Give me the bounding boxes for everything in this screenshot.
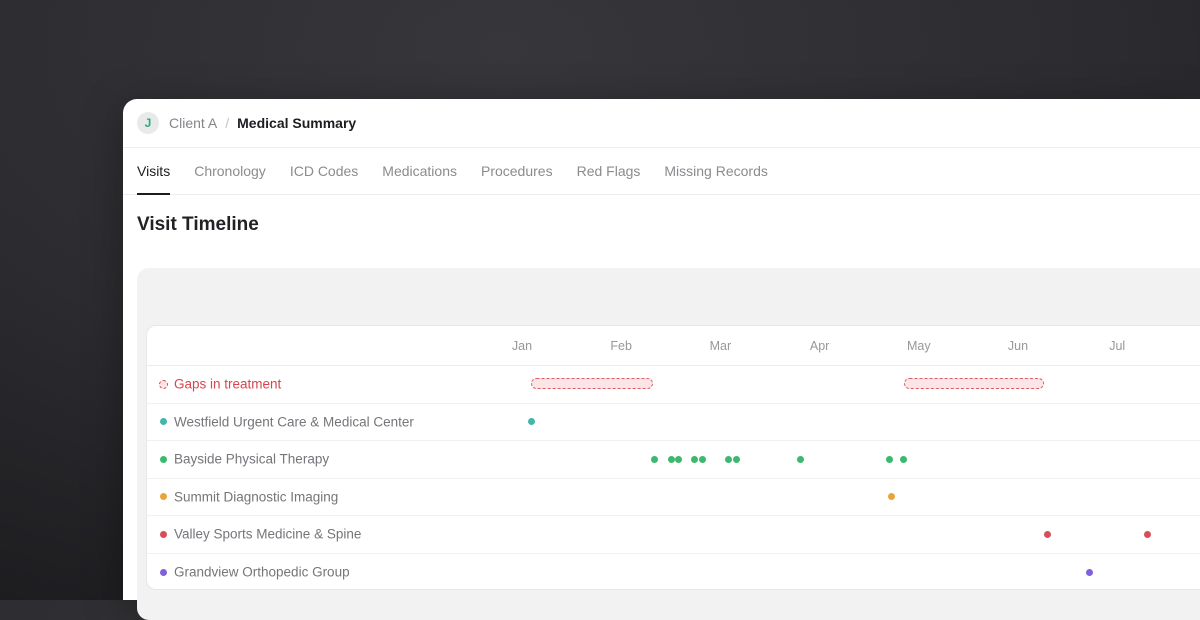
visit-dot[interactable] xyxy=(691,455,699,463)
month-label: Jul xyxy=(1109,338,1126,353)
visit-dot[interactable] xyxy=(651,455,659,463)
visit-dot[interactable] xyxy=(668,455,676,463)
breadcrumb-client[interactable]: Client A xyxy=(169,115,217,131)
visit-dot[interactable] xyxy=(885,455,893,463)
timeline-panel: Jan Feb Mar Apr May Jun Jul Gaps in treatment W… xyxy=(146,325,1200,590)
tab-red-flags[interactable]: Red Flags xyxy=(577,148,641,195)
tab-procedures[interactable]: Procedures xyxy=(481,148,553,195)
timeline-row: Grandview Orthopedic Group xyxy=(147,554,1200,590)
tab-icd-codes[interactable]: ICD Codes xyxy=(290,148,358,195)
provider-legend-dot xyxy=(160,530,167,538)
visit-dot[interactable] xyxy=(797,455,805,463)
timeline-row: Westfield Urgent Care & Medical Center xyxy=(147,404,1200,441)
month-header: Jan Feb Mar Apr May Jun Jul xyxy=(147,326,1200,366)
provider-legend-dot xyxy=(160,418,167,426)
breadcrumb-page: Medical Summary xyxy=(237,115,357,131)
provider-name: Valley Sports Medicine & Spine xyxy=(174,526,362,542)
timeline-row: Bayside Physical Therapy xyxy=(147,441,1200,479)
gap-range[interactable] xyxy=(530,377,653,389)
month-label: Apr xyxy=(809,338,830,353)
breadcrumb-separator: / xyxy=(225,115,230,131)
tab-bar: Visits Chronology ICD Codes Medications Proc… xyxy=(123,148,1200,195)
month-label: Feb xyxy=(610,338,632,353)
visit-dot[interactable] xyxy=(675,455,683,463)
visit-dot[interactable] xyxy=(1085,568,1093,576)
visit-dot[interactable] xyxy=(887,493,895,501)
breadcrumb: Client A / Medical Summary xyxy=(169,115,356,131)
card-header: J Client A / Medical Summary xyxy=(123,99,1200,148)
month-label: Mar xyxy=(709,338,732,353)
tab-missing-records[interactable]: Missing Records xyxy=(664,148,767,195)
user-avatar[interactable]: J xyxy=(137,112,159,134)
month-label: May xyxy=(906,338,931,353)
provider-legend-dot xyxy=(160,493,167,501)
visit-dot[interactable] xyxy=(1044,530,1052,538)
page-title: Visit Timeline xyxy=(137,214,259,235)
gap-range[interactable] xyxy=(903,377,1044,389)
gaps-row-label: Gaps in treatment xyxy=(174,376,282,392)
timeline-container: Jan Feb Mar Apr May Jun Jul Gaps in treatment W… xyxy=(137,268,1200,620)
gaps-legend-icon xyxy=(159,379,168,389)
visit-dot[interactable] xyxy=(900,455,908,463)
timeline-row-gaps: Gaps in treatment xyxy=(147,366,1200,404)
provider-legend-dot xyxy=(160,568,167,576)
visit-dot[interactable] xyxy=(724,455,732,463)
provider-name: Summit Diagnostic Imaging xyxy=(174,489,339,505)
timeline-row: Valley Sports Medicine & Spine xyxy=(147,516,1200,554)
month-label: Jan xyxy=(511,338,533,353)
tab-chronology[interactable]: Chronology xyxy=(194,148,266,195)
visit-dot[interactable] xyxy=(528,418,536,426)
tab-medications[interactable]: Medications xyxy=(382,148,457,195)
tab-visits[interactable]: Visits xyxy=(137,148,171,195)
month-label: Jun xyxy=(1007,338,1029,353)
provider-name: Grandview Orthopedic Group xyxy=(174,564,350,580)
provider-name: Bayside Physical Therapy xyxy=(174,451,330,467)
medical-summary-card: J Client A / Medical Summary Visits Chron… xyxy=(123,99,1200,620)
provider-legend-dot xyxy=(160,455,167,463)
visit-dot[interactable] xyxy=(1144,530,1152,538)
visit-dot[interactable] xyxy=(732,455,740,463)
provider-name: Westfield Urgent Care & Medical Center xyxy=(174,414,414,430)
timeline-rows: Gaps in treatment Westfield Urgent Care &… xyxy=(147,366,1200,590)
timeline-row: Summit Diagnostic Imaging xyxy=(147,479,1200,516)
visit-dot[interactable] xyxy=(699,455,707,463)
